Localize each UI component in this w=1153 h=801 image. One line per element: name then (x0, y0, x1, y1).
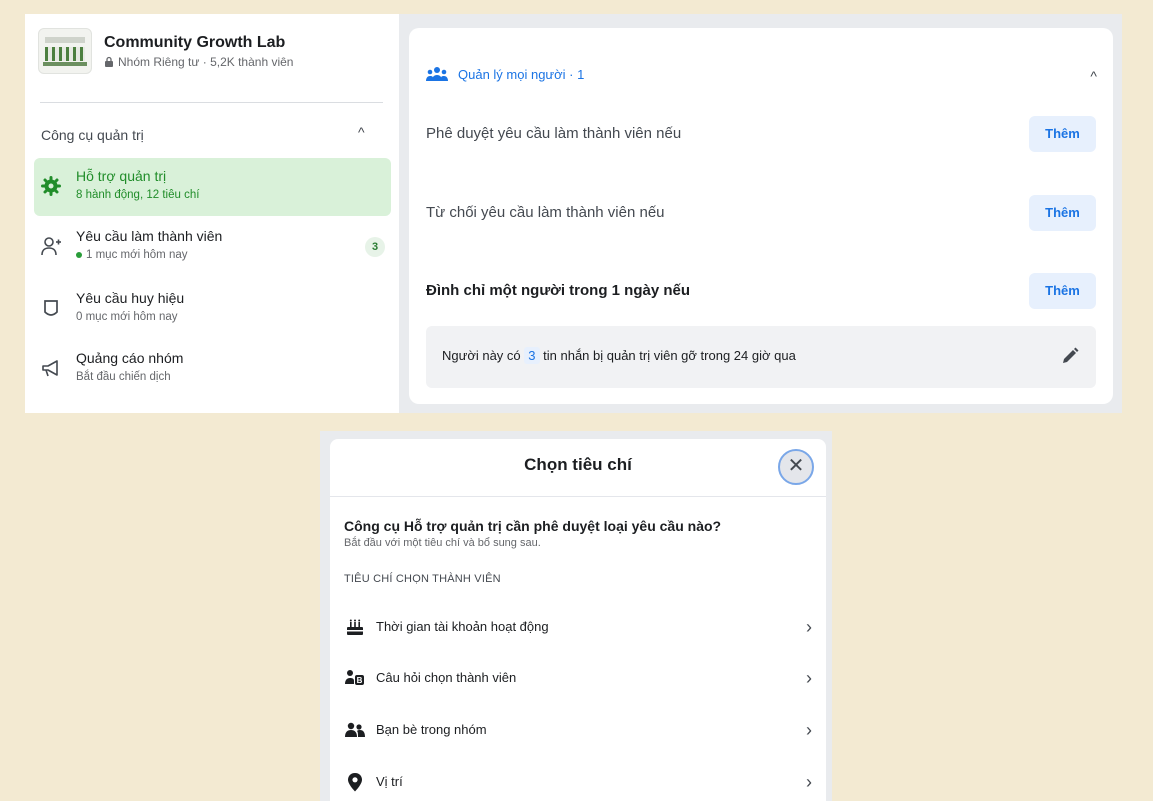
add-person-icon (41, 237, 61, 256)
sidebar-item-badge-requests[interactable]: Yêu cầu huy hiệu 0 mục mới hôm nay (34, 280, 391, 338)
cake-icon (347, 619, 363, 635)
sidebar-item-label: Yêu cầu làm thành viên (76, 228, 223, 244)
chevron-right-icon: › (806, 720, 812, 740)
sidebar-item-sub: Bắt đầu chiến dịch (76, 371, 171, 383)
approve-rule-row: Phê duyệt yêu cầu làm thành viên nếu Thê… (426, 116, 1096, 152)
friends-icon (345, 722, 365, 737)
new-dot (76, 251, 82, 258)
criteria-label: Thời gian tài khoản hoạt động (376, 619, 549, 634)
sidebar-item-sub: 0 mục mới hôm nay (76, 311, 178, 323)
rule-label: Từ chối yêu cầu làm thành viên nếu (426, 204, 665, 221)
card-title: Quản lý mọi người · 1 (458, 66, 585, 82)
condition-prefix: Người này có (442, 348, 521, 363)
lock-icon (105, 56, 113, 67)
group-header[interactable]: Community Growth Lab Nhóm Riêng tư · 5,2… (38, 28, 293, 74)
criteria-label: Vị trí (376, 774, 403, 789)
svg-text:B: B (357, 676, 363, 685)
suspend-rule-row: Đình chỉ một người trong 1 ngày nếu Thêm (426, 273, 1096, 309)
sidebar-item-sub: 1 mục mới hôm nay (86, 249, 188, 261)
card-header[interactable]: Quản lý mọi người · 1 (426, 66, 584, 82)
criteria-item-questions[interactable]: B Câu hỏi chọn thành viên › (344, 662, 814, 694)
sidebar-item-label: Quảng cáo nhóm (76, 350, 184, 366)
admin-sidebar: Community Growth Lab Nhóm Riêng tư · 5,2… (25, 14, 399, 413)
sidebar-item-member-requests[interactable]: Yêu cầu làm thành viên 1 mục mới hôm nay… (34, 218, 391, 276)
admin-tools-screenshot: Community Growth Lab Nhóm Riêng tư · 5,2… (25, 14, 1122, 413)
question-person-icon: B (345, 670, 364, 685)
group-cover-thumbnail (38, 28, 92, 74)
sidebar-item-label: Yêu cầu huy hiệu (76, 290, 185, 306)
pencil-icon[interactable] (1060, 346, 1080, 366)
add-button[interactable]: Thêm (1029, 273, 1096, 309)
group-privacy: Nhóm Riêng tư · 5,2K thành viên (118, 54, 294, 69)
group-name: Community Growth Lab (104, 33, 286, 51)
rule-label: Đình chỉ một người trong 1 ngày nếu (426, 282, 691, 299)
add-button[interactable]: Thêm (1029, 116, 1096, 152)
section-label: TIÊU CHÍ CHỌN THÀNH VIÊN (344, 573, 501, 585)
shield-icon (44, 300, 58, 316)
criteria-item-account-age[interactable]: Thời gian tài khoản hoạt động › (344, 611, 814, 643)
decline-rule-row: Từ chối yêu cầu làm thành viên nếu Thêm (426, 195, 1096, 231)
dialog-title: Chọn tiêu chí (524, 455, 632, 474)
sidebar-item-admin-assist[interactable]: Hỗ trợ quản trị 8 hành động, 12 tiêu chí (34, 158, 391, 216)
close-icon[interactable]: ✕ (778, 449, 814, 485)
sidebar-item-group-ads[interactable]: Quảng cáo nhóm Bắt đầu chiến dịch (34, 340, 391, 398)
chevron-right-icon: › (806, 617, 812, 637)
condition-count[interactable]: 3 (524, 347, 540, 364)
criteria-item-location[interactable]: Vị trí › (344, 766, 814, 798)
sidebar-item-label: Hỗ trợ quản trị (76, 168, 167, 184)
condition-suffix: tin nhắn bị quản trị viên gỡ trong 24 gi… (543, 348, 796, 363)
sidebar-item-sub: 8 hành động, 12 tiêu chí (76, 189, 200, 201)
criteria-item-friends[interactable]: Bạn bè trong nhóm › (344, 714, 814, 746)
criteria-label: Câu hỏi chọn thành viên (376, 670, 517, 685)
condition-box: Người này có 3 tin nhắn bị quản trị viên… (426, 326, 1096, 388)
chevron-right-icon: › (806, 668, 812, 688)
count-badge: 3 (365, 237, 385, 257)
choose-criteria-dialog: Chọn tiêu chí ✕ Công cụ Hỗ trợ quản trị … (330, 439, 826, 801)
rule-label: Phê duyệt yêu cầu làm thành viên nếu (426, 125, 682, 142)
admin-tools-heading: Công cụ quản trị (41, 127, 144, 143)
dialog-hint: Bắt đầu với một tiêu chí và bổ sung sau. (344, 537, 541, 549)
dialog-question: Công cụ Hỗ trợ quản trị cần phê duyệt lo… (344, 518, 722, 534)
divider (40, 102, 383, 103)
megaphone-icon (42, 360, 58, 377)
chevron-up-icon[interactable]: ^ (358, 124, 365, 140)
divider (330, 496, 826, 497)
chevron-right-icon: › (806, 772, 812, 792)
people-group-icon (426, 67, 448, 81)
manage-people-card: Quản lý mọi người · 1 ^ Phê duyệt yêu cầ… (409, 28, 1113, 404)
chevron-up-icon[interactable]: ^ (1090, 68, 1097, 84)
add-button[interactable]: Thêm (1029, 195, 1096, 231)
criteria-label: Bạn bè trong nhóm (376, 722, 487, 737)
gear-icon (41, 176, 61, 196)
criteria-dialog-screenshot: Chọn tiêu chí ✕ Công cụ Hỗ trợ quản trị … (320, 431, 832, 801)
location-pin-icon (348, 773, 362, 792)
